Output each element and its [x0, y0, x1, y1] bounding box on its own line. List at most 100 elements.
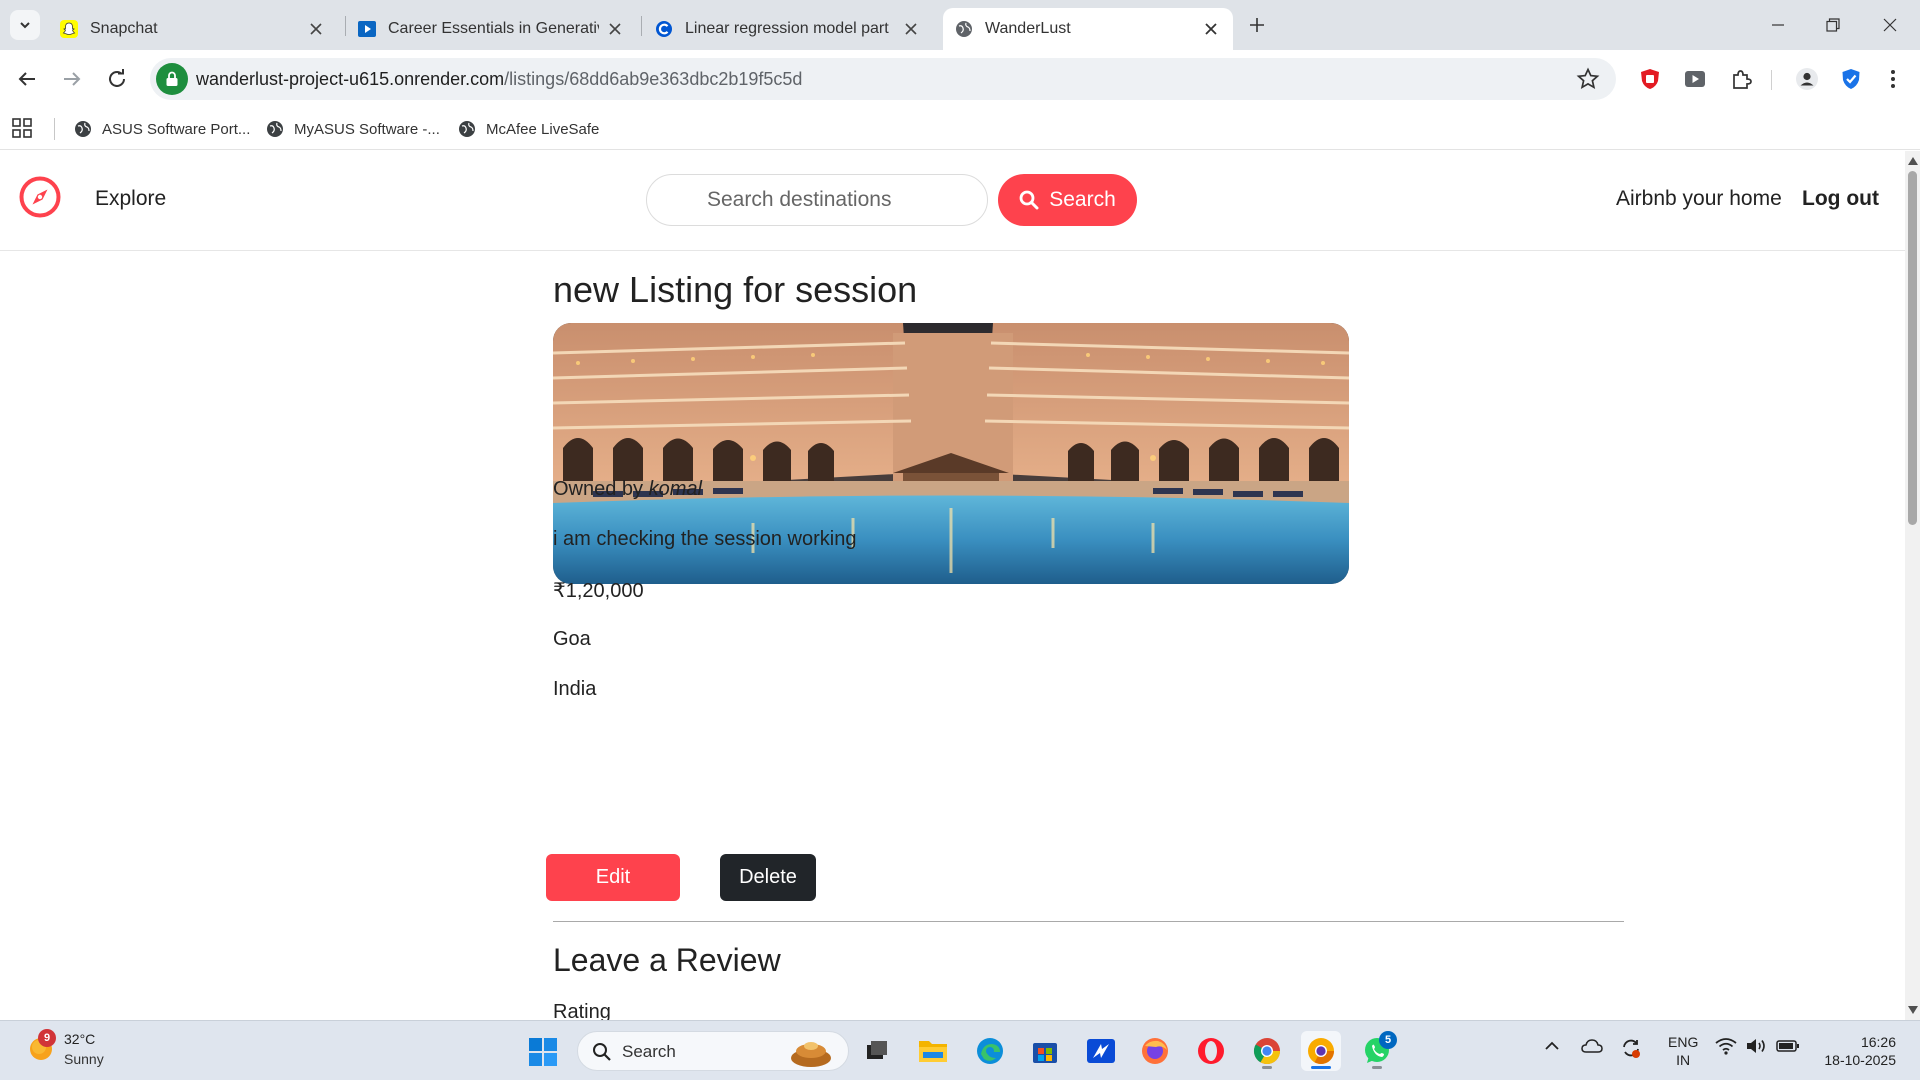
system-clock[interactable]: 16:26 18-10-2025 [1816, 1033, 1896, 1069]
tab-separator [641, 16, 642, 36]
search-icon [1019, 190, 1039, 210]
profile-button[interactable] [1791, 63, 1823, 95]
scroll-up-arrow-icon[interactable] [1908, 157, 1918, 165]
search-icon [593, 1043, 611, 1061]
address-bar[interactable]: wanderlust-project-u615.onrender.com/lis… [150, 58, 1616, 100]
windows-start-icon[interactable] [528, 1037, 558, 1067]
coursera-icon [655, 20, 673, 38]
region-code: IN [1676, 1052, 1691, 1068]
taskbar-search[interactable]: Search [577, 1031, 849, 1071]
close-icon [1883, 18, 1897, 32]
puzzle-icon [1733, 70, 1752, 89]
taskbar-microsoft-store[interactable] [1025, 1031, 1065, 1071]
taskbar-chrome-profile[interactable] [1301, 1031, 1341, 1071]
globe-icon [75, 121, 91, 137]
restore-button[interactable] [1813, 10, 1853, 40]
owner-name: komal [648, 478, 702, 500]
cloud-icon [1581, 1039, 1603, 1053]
firefox-icon [1142, 1038, 1168, 1064]
edit-button[interactable]: Edit [546, 854, 680, 901]
speaker-icon [1747, 1039, 1765, 1053]
listing-country: India [553, 678, 597, 700]
search-destinations-input[interactable] [646, 174, 988, 226]
url-text[interactable]: wanderlust-project-u615.onrender.com/lis… [196, 69, 802, 90]
close-tab-icon[interactable] [607, 19, 624, 39]
show-hidden-icons-button[interactable] [1543, 1037, 1561, 1060]
review-heading: Leave a Review [553, 942, 781, 978]
taskbar-chrome[interactable] [1247, 1031, 1287, 1071]
extensions-button[interactable] [1725, 63, 1757, 95]
star-icon [1576, 67, 1600, 90]
page-scrollbar[interactable] [1905, 151, 1920, 1020]
minimize-icon [1772, 24, 1784, 26]
brand-logo[interactable] [18, 175, 62, 219]
browser-menu-button[interactable] [1877, 63, 1909, 95]
onedrive-tray-button[interactable] [1581, 1037, 1603, 1060]
apps-grid-button[interactable] [12, 118, 32, 143]
sync-icon [1623, 1039, 1640, 1058]
language-code: ENG [1668, 1034, 1699, 1050]
plus-icon [1250, 18, 1264, 32]
airbnb-your-home-link[interactable]: Airbnb your home [1616, 187, 1782, 211]
taskbar-myasus[interactable] [1081, 1031, 1121, 1071]
sync-tray-button[interactable] [1620, 1037, 1642, 1064]
weather-description: Sunny [64, 1051, 104, 1067]
volume-tray-button[interactable] [1746, 1037, 1768, 1060]
close-tab-icon[interactable] [306, 19, 326, 39]
battery-tray-button[interactable] [1776, 1037, 1800, 1060]
minimize-button[interactable] [1758, 10, 1798, 40]
edge-icon [977, 1038, 1003, 1064]
tab-title: Snapchat [90, 20, 158, 37]
scroll-thumb[interactable] [1908, 171, 1917, 525]
snapchat-icon [60, 20, 78, 38]
bookmark-star-button[interactable] [1576, 67, 1600, 96]
video-extension-button[interactable] [1679, 63, 1711, 95]
bookmark-myasus-software[interactable]: MyASUS Software -... [266, 116, 440, 142]
bookmark-separator [54, 118, 55, 140]
taskbar-edge[interactable] [970, 1031, 1010, 1071]
new-tab-button[interactable] [1244, 12, 1270, 38]
weather-notification-badge: 9 [38, 1029, 56, 1047]
tab-wanderlust[interactable]: WanderLust [943, 8, 1233, 50]
back-button[interactable] [10, 62, 44, 96]
rating-label: Rating [553, 1001, 611, 1020]
security-extension-button[interactable] [1835, 63, 1867, 95]
delete-button[interactable]: Delete [720, 854, 816, 901]
taskbar-file-explorer[interactable] [913, 1031, 953, 1071]
apps-grid-icon [12, 118, 32, 138]
chrome-canary-icon [1308, 1038, 1335, 1065]
taskbar-firefox[interactable] [1135, 1031, 1175, 1071]
close-window-button[interactable] [1870, 10, 1910, 40]
globe-icon [267, 121, 283, 137]
language-indicator[interactable]: ENG IN [1668, 1033, 1698, 1069]
adblock-extension-button[interactable] [1634, 63, 1666, 95]
taskbar-task-view[interactable] [857, 1031, 897, 1071]
network-tray-button[interactable] [1715, 1037, 1737, 1060]
log-out-link[interactable]: Log out [1802, 187, 1879, 211]
tab-career-essentials[interactable]: Career Essentials in Generative AI [346, 8, 636, 50]
chrome-icon [1253, 1038, 1281, 1065]
taskbar-whatsapp[interactable]: 5 [1357, 1031, 1397, 1071]
taskbar-opera[interactable] [1191, 1031, 1231, 1071]
forward-button[interactable] [55, 62, 89, 96]
close-tab-icon[interactable] [902, 19, 921, 39]
owner-prefix: Owned by [553, 478, 644, 500]
search-button[interactable]: Search [998, 174, 1137, 226]
clock-time: 16:26 [1860, 1034, 1896, 1050]
reload-button[interactable] [100, 62, 134, 96]
whatsapp-notification-badge: 5 [1379, 1031, 1397, 1049]
tab-search-button[interactable] [10, 10, 40, 40]
page-viewport: Explore Search Airbnb your home Log out … [0, 151, 1905, 1020]
active-window-indicator [1311, 1066, 1331, 1069]
bookmark-mcafee-livesafe[interactable]: McAfee LiveSafe [458, 116, 599, 142]
tab-linear-regression[interactable]: Linear regression model part 1 [643, 8, 933, 50]
bookmark-asus-software[interactable]: ASUS Software Port... [74, 116, 250, 142]
globe-icon [955, 20, 973, 38]
taskbar-search-label: Search [622, 1042, 676, 1061]
close-tab-icon[interactable] [1201, 19, 1221, 39]
clock-date: 18-10-2025 [1824, 1052, 1896, 1068]
scroll-down-arrow-icon[interactable] [1908, 1006, 1918, 1014]
tab-snapchat[interactable]: Snapchat [48, 8, 338, 50]
site-info-button[interactable] [156, 63, 188, 95]
explore-link[interactable]: Explore [95, 187, 166, 211]
